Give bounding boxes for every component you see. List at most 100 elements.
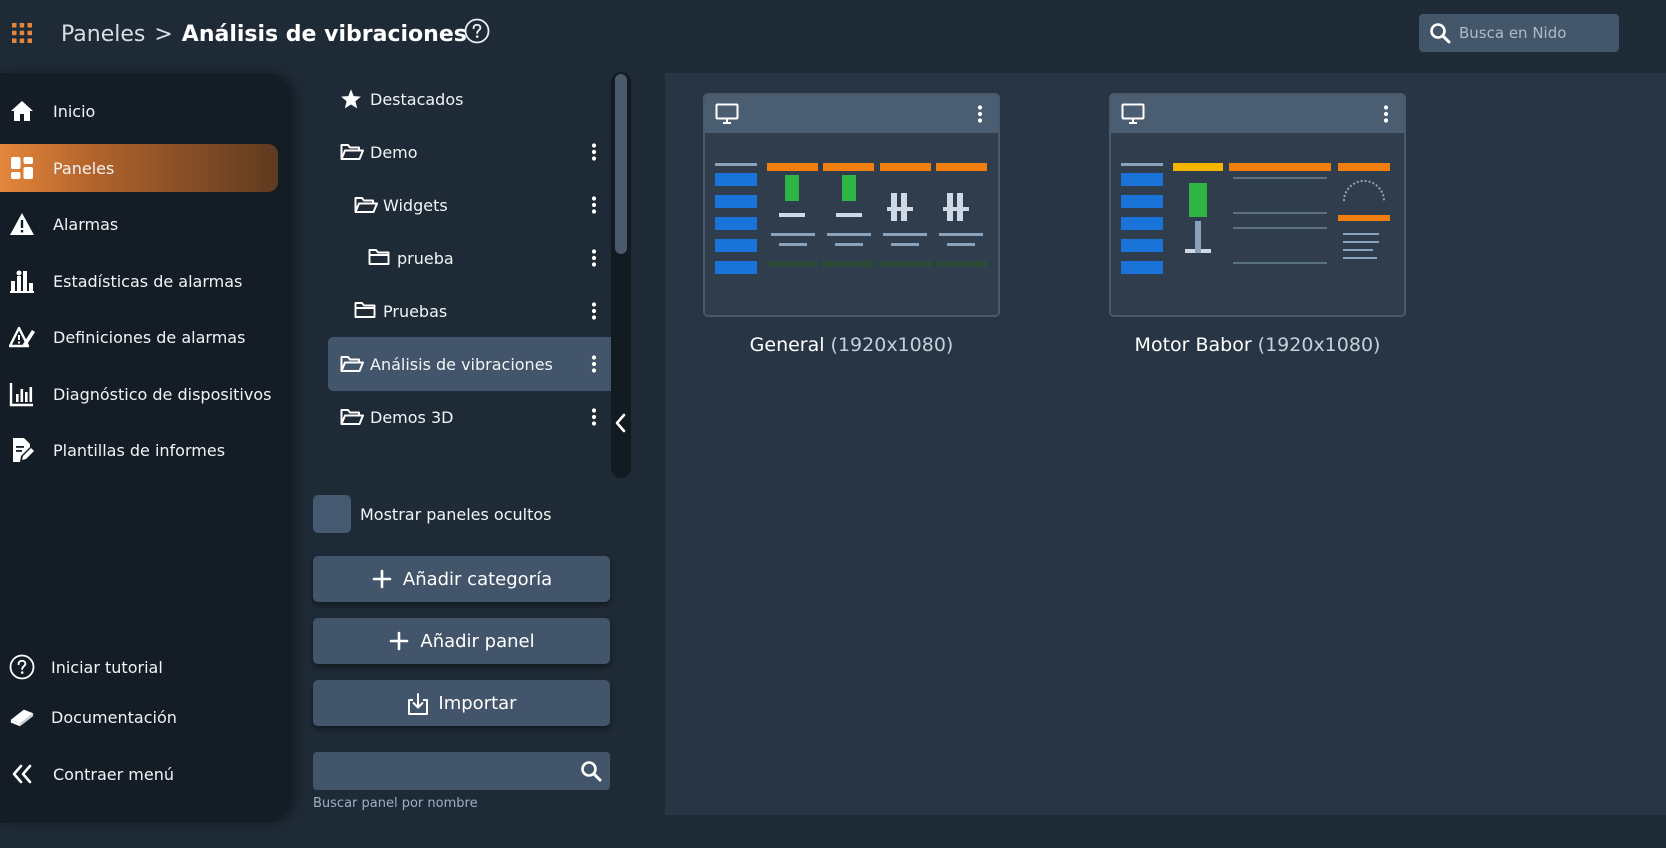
folder-item-destacados[interactable]: Destacados — [328, 72, 624, 126]
scrollbar-thumb[interactable] — [615, 74, 627, 254]
sidebar-item-label: Alarmas — [53, 214, 119, 234]
dashboard-icon — [9, 155, 35, 181]
device-diagnostics-icon — [9, 381, 35, 407]
add-category-label: Añadir categoría — [402, 568, 553, 590]
sidebar-item-estadisticas-alarmas[interactable]: Estadísticas de alarmas — [0, 257, 278, 305]
dashboard-card-general[interactable]: General (1920x1080) — [703, 93, 1000, 356]
folder-label: prueba — [397, 248, 454, 268]
alarm-definitions-icon — [9, 324, 35, 350]
warning-icon — [9, 211, 35, 237]
global-search-input[interactable] — [1459, 24, 1619, 42]
folder-item-demo[interactable]: Demo — [328, 125, 624, 179]
folder-icon — [354, 301, 378, 323]
show-hidden-toggle[interactable]: Mostrar paneles ocultos — [313, 495, 551, 533]
dashboard-card-frame — [1109, 93, 1406, 317]
folder-item-analisis-vibraciones[interactable]: Análisis de vibraciones — [328, 337, 624, 391]
import-label: Importar — [438, 692, 517, 714]
alarm-stats-icon — [9, 268, 35, 294]
show-hidden-label: Mostrar paneles ocultos — [360, 504, 552, 524]
breadcrumb: Paneles > Análisis de vibraciones — [61, 14, 467, 54]
plus-icon — [371, 568, 393, 590]
dashboard-resolution: (1920x1080) — [830, 334, 954, 356]
double-chevron-left-icon — [9, 761, 35, 787]
search-icon — [1429, 22, 1451, 44]
more-vert-icon[interactable] — [582, 193, 606, 217]
sidebar-item-contraer-menu[interactable]: Contraer menú — [0, 750, 278, 798]
sidebar-item-inicio[interactable]: Inicio — [0, 87, 278, 135]
import-button[interactable]: Importar — [313, 680, 610, 726]
sidebar-item-documentacion[interactable]: Documentación — [0, 693, 278, 741]
star-icon — [340, 88, 364, 110]
main-sidebar: Inicio Paneles Alarmas Estadísticas de a… — [0, 73, 291, 823]
show-hidden-checkbox[interactable] — [313, 495, 351, 533]
monitor-icon — [1121, 103, 1145, 125]
panel-search-box[interactable] — [313, 752, 610, 790]
dashboard-name: Motor Babor — [1134, 334, 1252, 356]
more-vert-icon[interactable] — [968, 102, 992, 126]
breadcrumb-separator: > — [154, 21, 173, 47]
plus-icon — [388, 630, 410, 652]
sidebar-item-label: Inicio — [53, 101, 96, 121]
page-title: Análisis de vibraciones — [181, 21, 467, 47]
sidebar-item-diagnostico-dispositivos[interactable]: Diagnóstico de dispositivos — [0, 370, 278, 418]
apps-grid-icon[interactable] — [12, 23, 32, 43]
add-panel-button[interactable]: Añadir panel — [313, 618, 610, 664]
dashboard-card-motor-babor[interactable]: Motor Babor (1920x1080) — [1109, 93, 1406, 356]
dashboard-card-frame — [703, 93, 1000, 317]
folder-label: Widgets — [383, 195, 448, 215]
folder-open-icon — [340, 142, 364, 164]
folder-item-widgets[interactable]: Widgets — [328, 178, 624, 232]
report-templates-icon — [9, 437, 35, 463]
folder-item-demos-3d[interactable]: Demos 3D — [328, 390, 624, 444]
folder-open-icon — [340, 407, 364, 429]
sidebar-item-alarmas[interactable]: Alarmas — [0, 200, 278, 248]
more-vert-icon[interactable] — [1374, 102, 1398, 126]
sidebar-item-iniciar-tutorial[interactable]: Iniciar tutorial — [0, 643, 278, 691]
add-category-button[interactable]: Añadir categoría — [313, 556, 610, 602]
add-panel-label: Añadir panel — [420, 630, 535, 652]
panel-search-hint: Buscar panel por nombre — [313, 796, 478, 811]
top-bar: Paneles > Análisis de vibraciones — [0, 0, 1666, 68]
sidebar-item-paneles[interactable]: Paneles — [0, 144, 278, 192]
dashboard-card-header — [1111, 95, 1404, 133]
more-vert-icon[interactable] — [582, 140, 606, 164]
book-icon — [9, 704, 35, 730]
dashboard-caption: General (1920x1080) — [703, 334, 1000, 356]
help-circle-icon[interactable] — [464, 18, 490, 44]
more-vert-icon[interactable] — [582, 352, 606, 376]
folder-icon — [368, 248, 392, 270]
search-icon[interactable] — [580, 760, 602, 782]
sidebar-item-label: Plantillas de informes — [53, 440, 226, 460]
folder-tree: Destacados Demo Widgets prueba Pruebas A… — [328, 72, 624, 472]
folder-label: Análisis de vibraciones — [370, 354, 553, 374]
folder-label: Demo — [370, 142, 418, 162]
more-vert-icon[interactable] — [582, 405, 606, 429]
more-vert-icon[interactable] — [582, 299, 606, 323]
dashboards-grid: General (1920x1080) Motor Babor (1920x10… — [665, 73, 1666, 815]
monitor-icon — [715, 103, 739, 125]
dashboard-card-header — [705, 95, 998, 133]
sidebar-item-plantillas-informes[interactable]: Plantillas de informes — [0, 426, 278, 474]
chevron-left-icon[interactable] — [613, 411, 629, 435]
dashboard-thumbnail — [705, 133, 998, 315]
panel-search-input[interactable] — [313, 752, 580, 790]
folder-open-icon — [354, 195, 378, 217]
home-icon — [9, 98, 35, 124]
folder-label: Pruebas — [383, 301, 448, 321]
global-search-box[interactable] — [1419, 14, 1619, 52]
folder-item-prueba[interactable]: prueba — [328, 231, 624, 285]
sidebar-item-label: Diagnóstico de dispositivos — [53, 384, 272, 404]
folder-item-pruebas[interactable]: Pruebas — [328, 284, 624, 338]
dashboard-caption: Motor Babor (1920x1080) — [1109, 334, 1406, 356]
breadcrumb-parent-link[interactable]: Paneles — [61, 22, 145, 47]
sidebar-item-label: Estadísticas de alarmas — [53, 271, 243, 291]
help-circle-icon — [9, 654, 35, 680]
sidebar-item-label: Paneles — [53, 158, 115, 178]
sidebar-item-label: Definiciones de alarmas — [53, 327, 246, 347]
sidebar-item-definiciones-alarmas[interactable]: Definiciones de alarmas — [0, 313, 278, 361]
folder-label: Destacados — [370, 89, 464, 109]
dashboard-resolution: (1920x1080) — [1257, 334, 1381, 356]
dashboard-name: General — [749, 334, 825, 356]
more-vert-icon[interactable] — [582, 246, 606, 270]
folder-label: Demos 3D — [370, 407, 454, 427]
